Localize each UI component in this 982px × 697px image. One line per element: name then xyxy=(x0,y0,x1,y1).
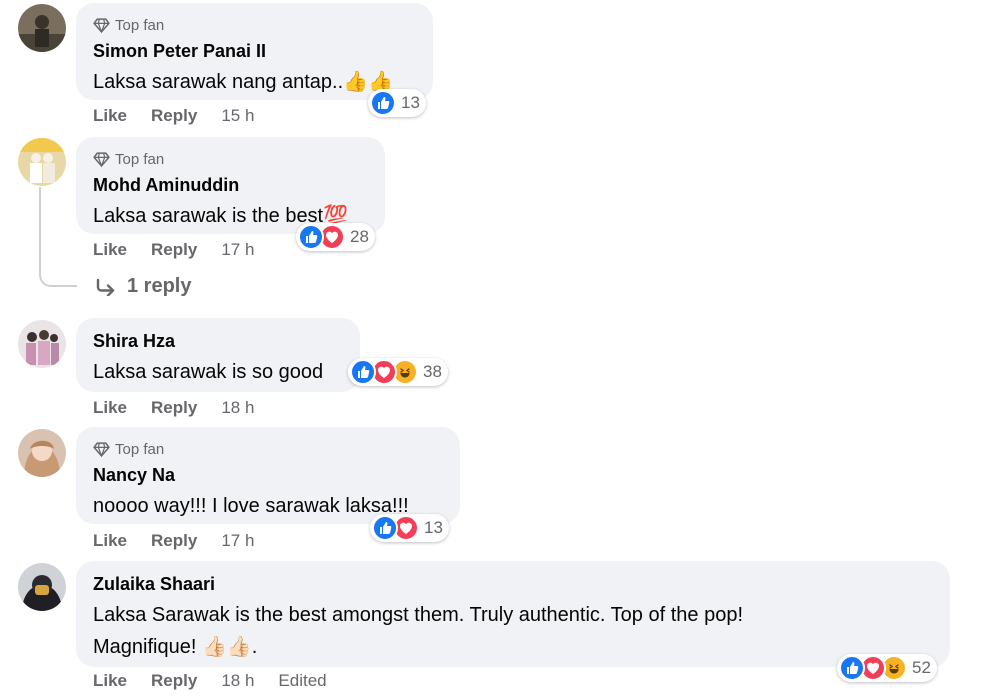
comment-bubble: Top fan Mohd Aminuddin Laksa sarawak is … xyxy=(76,137,385,234)
comment-bubble: Top fan Simon Peter Panai II Laksa saraw… xyxy=(76,3,433,100)
like-reaction-icon xyxy=(372,515,398,541)
view-replies-label: 1 reply xyxy=(127,275,192,297)
avatar[interactable] xyxy=(18,320,66,368)
edited-label[interactable]: Edited xyxy=(278,671,326,691)
top-fan-label: Top fan xyxy=(115,440,165,458)
like-reaction-icon xyxy=(298,224,324,250)
reaction-summary[interactable]: 13 xyxy=(368,89,426,117)
comment-timestamp[interactable]: 18 h xyxy=(221,671,254,691)
reaction-count: 52 xyxy=(912,658,931,677)
reaction-summary[interactable]: 13 xyxy=(370,514,449,542)
reply-button[interactable]: Reply xyxy=(151,398,197,418)
comment-timestamp[interactable]: 17 h xyxy=(221,240,254,260)
top-fan-badge: Top fan xyxy=(93,149,368,169)
comment-author[interactable]: Simon Peter Panai II xyxy=(93,40,416,62)
like-reaction-icon xyxy=(839,655,865,681)
top-fan-badge: Top fan xyxy=(93,15,416,35)
reaction-count: 28 xyxy=(350,227,369,246)
like-reaction-icon xyxy=(370,90,396,116)
comment-bubble: Top fan Nancy Na noooo way!!! I love sar… xyxy=(76,427,460,524)
comment-actions: Like Reply 18 h xyxy=(93,397,278,419)
reply-button[interactable]: Reply xyxy=(151,106,197,126)
thread-connector-line xyxy=(39,187,77,287)
comment-text: Laksa sarawak nang antap..👍👍 xyxy=(93,71,393,93)
reaction-count: 13 xyxy=(401,93,420,112)
comment-text: Laksa sarawak is so good xyxy=(93,361,324,383)
comment-timestamp[interactable]: 18 h xyxy=(221,398,254,418)
top-fan-label: Top fan xyxy=(115,150,165,168)
reaction-summary[interactable]: 52 xyxy=(837,654,937,682)
reaction-summary[interactable]: 38 xyxy=(348,358,448,386)
avatar[interactable] xyxy=(18,4,66,52)
comment-author[interactable]: Nancy Na xyxy=(93,464,443,486)
reply-arrow-icon xyxy=(96,278,115,296)
comment-actions: Like Reply 17 h xyxy=(93,239,278,261)
comment-timestamp[interactable]: 15 h xyxy=(221,106,254,126)
comment-bubble: Shira Hza Laksa sarawak is so good xyxy=(76,318,360,392)
comment-actions: Like Reply 15 h xyxy=(93,105,278,127)
view-replies-button[interactable]: 1 reply xyxy=(95,275,191,298)
comment-text-line-2: Magnifique! 👍🏻👍🏻. xyxy=(93,636,258,658)
avatar[interactable] xyxy=(18,138,66,186)
comment-author[interactable]: Mohd Aminuddin xyxy=(93,174,368,196)
comment-text-line-1: Laksa Sarawak is the best amongst them. … xyxy=(93,604,743,626)
like-button[interactable]: Like xyxy=(93,106,127,126)
comment-author[interactable]: Zulaika Shaari xyxy=(93,573,933,595)
like-button[interactable]: Like xyxy=(93,398,127,418)
like-button[interactable]: Like xyxy=(93,671,127,691)
like-button[interactable]: Like xyxy=(93,531,127,551)
comment-bubble: Zulaika Shaari Laksa Sarawak is the best… xyxy=(76,561,950,667)
diamond-icon xyxy=(93,17,110,34)
top-fan-label: Top fan xyxy=(115,16,165,34)
avatar[interactable] xyxy=(18,563,66,611)
reaction-summary[interactable]: 28 xyxy=(296,223,375,251)
diamond-icon xyxy=(93,151,110,168)
like-button[interactable]: Like xyxy=(93,240,127,260)
reply-button[interactable]: Reply xyxy=(151,671,197,691)
reply-button[interactable]: Reply xyxy=(151,531,197,551)
reply-button[interactable]: Reply xyxy=(151,240,197,260)
diamond-icon xyxy=(93,441,110,458)
avatar[interactable] xyxy=(18,429,66,477)
reaction-count: 38 xyxy=(423,362,442,381)
comment-timestamp[interactable]: 17 h xyxy=(221,531,254,551)
comment-actions: Like Reply 17 h xyxy=(93,530,278,552)
comment-actions: Like Reply 18 h Edited xyxy=(93,670,327,692)
comment-author[interactable]: Shira Hza xyxy=(93,330,343,352)
reaction-count: 13 xyxy=(424,518,443,537)
top-fan-badge: Top fan xyxy=(93,439,443,459)
like-reaction-icon xyxy=(350,359,376,385)
